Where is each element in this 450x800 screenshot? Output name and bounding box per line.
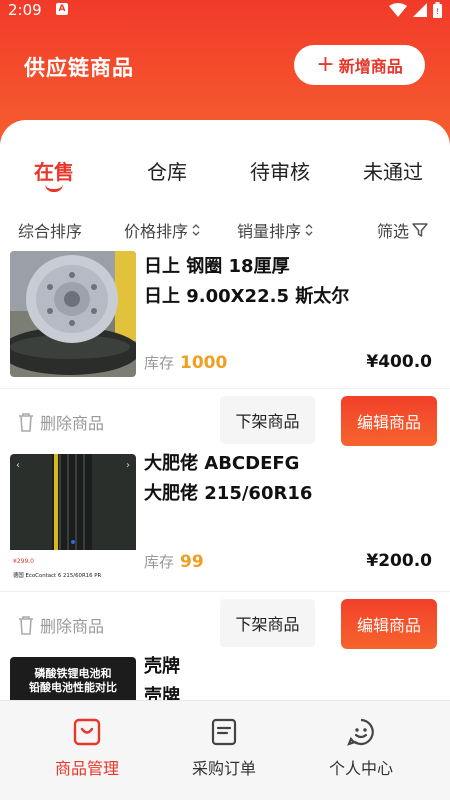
sort-updown-icon [192, 224, 200, 236]
status-bar: 2:09 A ! [0, 0, 450, 24]
product-card: ‹ › ¥299.0 德国 EcoContact 6 215/60R16 PR … [0, 451, 450, 651]
tab-pending-review[interactable]: 待审核 [230, 156, 330, 185]
wifi-icon [389, 3, 407, 17]
notification-icon: A [56, 3, 68, 15]
divider [0, 591, 450, 592]
product-panel: 在售 仓库 待审核 未通过 综合排序 价格排序 销量排序 筛选 日上 钢圈 18… [0, 120, 450, 700]
product-card: 日上 钢圈 18厘厚 日上 9.00X22.5 斯太尔 库存 1000 ¥400.… [0, 248, 450, 448]
edit-product-button[interactable]: 编辑商品 [341, 396, 437, 446]
divider [0, 388, 450, 389]
bottom-nav: 商品管理 采购订单 个人中心 [0, 700, 450, 800]
product-stock: 库存 99 [144, 551, 204, 572]
add-product-label: 新增商品 [338, 57, 403, 76]
sort-price[interactable]: 价格排序 [124, 218, 201, 242]
status-icons: ! [389, 2, 442, 18]
filter-label: 筛选 [377, 222, 410, 241]
tab-warehouse[interactable]: 仓库 [117, 156, 217, 185]
sort-updown-icon [305, 224, 313, 236]
product-price: ¥400.0 [366, 352, 432, 372]
nav-label: 个人中心 [328, 759, 393, 778]
tab-on-sale[interactable]: 在售 [4, 156, 104, 185]
image-caption: 德国 EcoContact 6 215/60R16 PR [13, 571, 102, 579]
tab-rejected[interactable]: 未通过 [343, 156, 443, 185]
edit-product-button[interactable]: 编辑商品 [341, 599, 437, 649]
status-tabs: 在售 仓库 待审核 未通过 [0, 156, 450, 196]
svg-text:‹: ‹ [16, 460, 20, 471]
image-text-line1: 磷酸铁锂电池和 [34, 667, 112, 680]
svg-text:!: ! [436, 7, 439, 16]
product-title-line2: 壳牌 [144, 686, 180, 700]
sort-overall[interactable]: 综合排序 [18, 218, 82, 242]
sort-price-label: 价格排序 [124, 222, 189, 241]
nav-profile[interactable]: 个人中心 [306, 717, 416, 779]
filter-button[interactable]: 筛选 [377, 218, 428, 242]
trash-icon [19, 413, 33, 432]
smile-icon [347, 718, 374, 746]
product-image[interactable]: ‹ › ¥299.0 德国 EcoContact 6 215/60R16 PR [10, 454, 136, 580]
status-time: 2:09 [8, 1, 42, 19]
trash-icon [19, 616, 33, 635]
order-icon [211, 718, 237, 746]
off-shelf-button[interactable]: 下架商品 [220, 396, 315, 444]
delete-product-button[interactable]: 删除商品 [18, 613, 104, 637]
stock-value: 1000 [180, 353, 228, 373]
product-title-line1: 壳牌 [144, 656, 180, 677]
page-title: 供应链商品 [24, 56, 134, 80]
svg-text:›: › [126, 460, 130, 471]
nav-label: 采购订单 [191, 759, 256, 778]
product-image[interactable]: 磷酸铁锂电池和 铅酸电池性能对比 [10, 657, 136, 700]
delete-label: 删除商品 [40, 414, 105, 433]
product-title-line2: 大肥佬 215/60R16 [144, 483, 313, 504]
sort-sales[interactable]: 销量排序 [237, 218, 314, 242]
stock-value: 99 [180, 552, 204, 572]
sort-sales-label: 销量排序 [237, 222, 302, 241]
battery-icon: ! [433, 2, 442, 18]
sort-overall-label: 综合排序 [18, 222, 83, 241]
filter-icon [412, 223, 428, 237]
product-price: ¥200.0 [366, 551, 432, 571]
product-title-line1: 大肥佬 ABCDEFG [144, 453, 300, 474]
product-image[interactable] [10, 251, 136, 377]
nav-purchase-orders[interactable]: 采购订单 [169, 717, 279, 779]
delete-label: 删除商品 [40, 617, 105, 636]
image-text-line2: 铅酸电池性能对比 [29, 681, 117, 694]
nav-label: 商品管理 [54, 759, 119, 778]
product-title-line1: 日上 钢圈 18厘厚 [144, 256, 290, 277]
image-caption-price: ¥299.0 [13, 558, 34, 565]
nav-product-management[interactable]: 商品管理 [32, 717, 142, 779]
product-stock: 库存 1000 [144, 352, 227, 373]
product-title-line2: 日上 9.00X22.5 斯太尔 [144, 286, 350, 307]
stock-label: 库存 [144, 354, 175, 372]
bag-icon [73, 718, 101, 746]
signal-icon [413, 3, 427, 17]
off-shelf-button[interactable]: 下架商品 [220, 599, 315, 647]
plus-icon: + [316, 52, 335, 77]
stock-label: 库存 [144, 553, 175, 571]
sort-bar: 综合排序 价格排序 销量排序 筛选 [0, 218, 450, 242]
product-card: 磷酸铁锂电池和 铅酸电池性能对比 壳牌 壳牌 [0, 654, 450, 700]
add-product-button[interactable]: + 新增商品 [294, 45, 425, 85]
delete-product-button[interactable]: 删除商品 [18, 410, 104, 434]
